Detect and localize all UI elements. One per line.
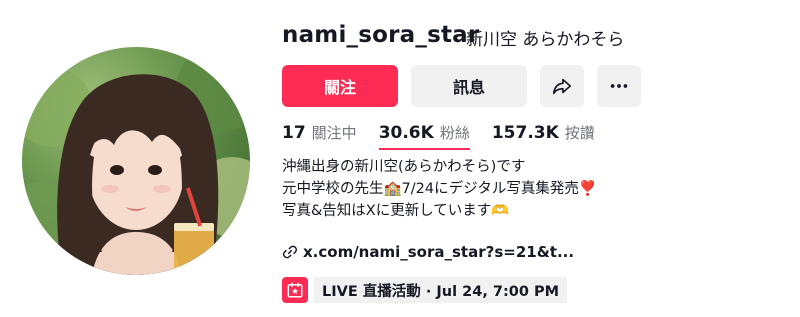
profile-username: nami_sora_star [282,22,480,48]
live-event[interactable]: LIVE 直播活動 · Jul 24, 7:00 PM [282,277,568,303]
profile-stats: 17 關注中 30.6K 粉絲 157.3K 按讚 [282,122,617,150]
profile-bio: 沖縄出身の新川空(あらかわそら)です 元中学校の先生🏫7/24にデジタル写真集発… [282,156,597,222]
avatar[interactable] [22,47,250,275]
likes-count: 157.3K [491,123,559,143]
likes-stat: 157.3K 按讚 [492,122,595,143]
profile-link[interactable]: x.com/nami_sora_star?s=21&t... [282,243,574,261]
profile-header: nami_sora_star 新川空 あらかわそら 關注 訊息 17 關注中 3… [0,0,800,317]
bio-line: 沖縄出身の新川空(あらかわそら)です [282,159,526,175]
followers-stat[interactable]: 30.6K 粉絲 [378,122,470,150]
follow-button[interactable]: 關注 [282,65,398,107]
more-options-button[interactable] [597,65,641,107]
following-stat[interactable]: 17 關注中 [282,122,357,143]
bio-line: 元中学校の先生🏫7/24にデジタル写真集発売❣️ [282,181,597,197]
share-icon [552,78,572,95]
likes-label: 按讚 [564,124,595,142]
followers-label: 粉絲 [439,124,470,142]
bio-line: 写真&告知はXに更新しています🫶 [282,203,510,219]
message-button[interactable]: 訊息 [411,65,527,107]
live-event-icon [282,277,308,303]
avatar-image [22,47,250,275]
profile-link-text: x.com/nami_sora_star?s=21&t... [303,243,575,261]
following-count: 17 [282,123,306,143]
link-icon [282,244,298,260]
profile-nickname: 新川空 あらかわそら [466,30,625,50]
live-event-text: LIVE 直播活動 · Jul 24, 7:00 PM [314,277,568,303]
share-button[interactable] [540,65,584,107]
followers-count: 30.6K [378,123,434,143]
more-icon [610,84,628,88]
following-label: 關注中 [311,124,357,142]
